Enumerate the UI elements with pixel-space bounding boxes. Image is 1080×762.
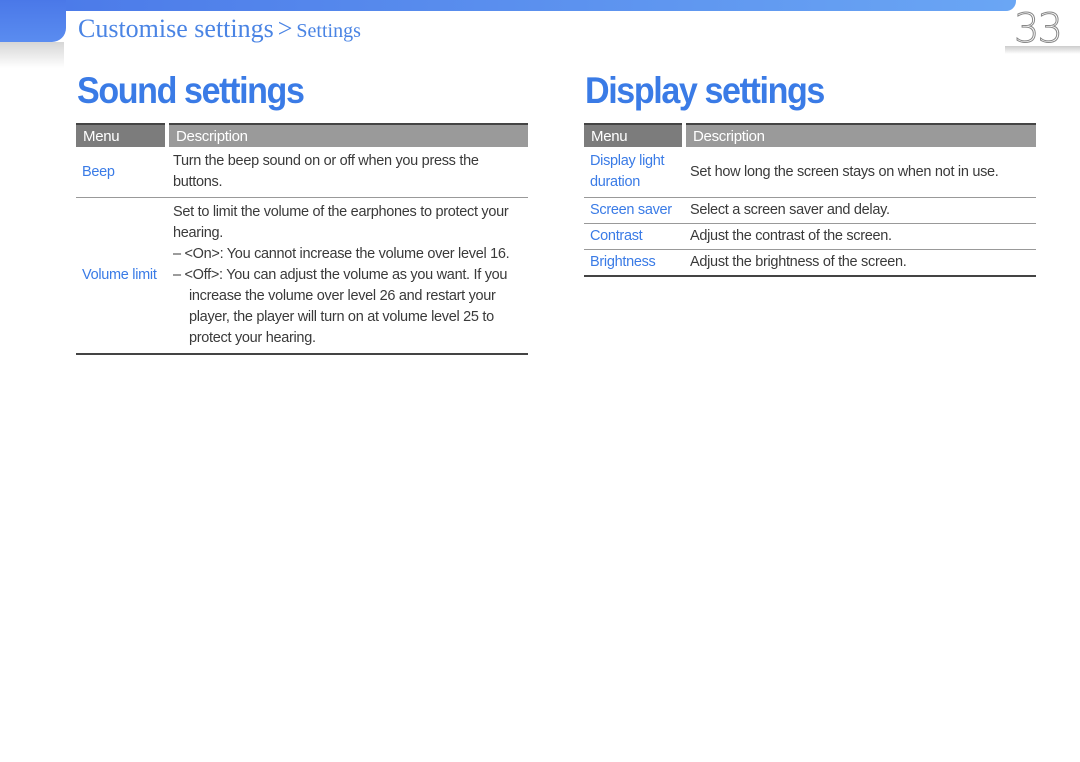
sound-settings-table: Menu Description Beep Turn the beep soun…: [76, 123, 528, 355]
menu-item-brightness: Brightness: [584, 249, 684, 277]
menu-item-screen-saver: Screen saver: [584, 197, 684, 224]
table-row: Beep Turn the beep sound on or off when …: [76, 147, 528, 198]
breadcrumb-separator: >: [277, 14, 293, 43]
column-header-description: Description: [167, 124, 528, 147]
breadcrumb-section: Customise settings: [78, 14, 274, 43]
option-on: – <On>: You cannot increase the volume o…: [173, 246, 510, 262]
table-row: Volume limit Set to limit the volume of …: [76, 197, 528, 355]
page-number-shadow: [1005, 46, 1080, 54]
description-screen-saver: Select a screen saver and delay.: [684, 197, 1036, 224]
menu-item-volume-limit: Volume limit: [76, 197, 167, 355]
description-display-light-duration: Set how long the screen stays on when no…: [684, 147, 1036, 198]
menu-item-beep: Beep: [76, 147, 167, 198]
header-bar: [0, 0, 1016, 11]
table-row: Brightness Adjust the brightness of the …: [584, 249, 1036, 277]
description-volume-limit: Set to limit the volume of the earphones…: [167, 197, 528, 355]
column-header-menu: Menu: [584, 124, 686, 147]
breadcrumb: Customise settings > Settings: [78, 14, 361, 44]
description-text: Set to limit the volume of the earphones…: [173, 204, 509, 241]
column-header-description: Description: [684, 124, 1036, 147]
column-header-menu: Menu: [76, 124, 169, 147]
description-brightness: Adjust the brightness of the screen.: [684, 249, 1036, 277]
menu-item-display-light-duration: Display light duration: [584, 147, 684, 198]
table-row: Display light duration Set how long the …: [584, 147, 1036, 198]
sound-settings-title: Sound settings: [77, 70, 305, 111]
table-row: Screen saver Select a screen saver and d…: [584, 197, 1036, 224]
header-tab-shadow: [0, 42, 64, 68]
description-contrast: Adjust the contrast of the screen.: [684, 223, 1036, 250]
header-tab: [0, 0, 66, 42]
menu-item-contrast: Contrast: [584, 223, 684, 250]
display-settings-title: Display settings: [585, 70, 825, 111]
breadcrumb-page: Settings: [296, 20, 361, 42]
table-header-row: Menu Description: [76, 124, 528, 147]
table-header-row: Menu Description: [584, 124, 1036, 147]
description-beep: Turn the beep sound on or off when you p…: [167, 147, 528, 198]
option-off: – <Off>: You can adjust the volume as yo…: [173, 267, 508, 346]
table-row: Contrast Adjust the contrast of the scre…: [584, 223, 1036, 250]
display-settings-table: Menu Description Display light duration …: [584, 123, 1036, 277]
